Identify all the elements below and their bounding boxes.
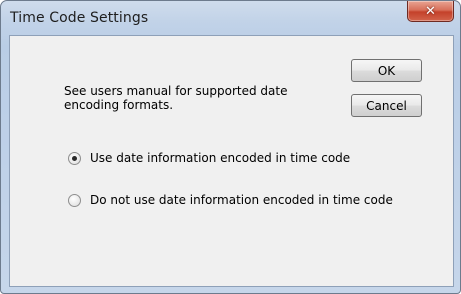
radio-label-use-date: Use date information encoded in time cod… [90, 151, 351, 165]
dialog-window: Time Code Settings ✕ See users manual fo… [0, 0, 461, 294]
title-bar[interactable]: Time Code Settings ✕ [1, 1, 460, 35]
radio-label-do-not-use-date: Do not use date information encoded in t… [90, 193, 393, 207]
radio-dot [72, 155, 77, 161]
description-text: See users manual for supported date enco… [64, 84, 288, 112]
radio-selected-icon[interactable] [68, 151, 81, 165]
close-button[interactable]: ✕ [407, 1, 454, 22]
radio-option-use-date[interactable]: Use date information encoded in time cod… [68, 150, 350, 166]
close-icon: ✕ [425, 3, 436, 19]
cancel-button[interactable]: Cancel [351, 94, 422, 117]
ok-button[interactable]: OK [351, 59, 422, 82]
radio-option-do-not-use-date[interactable]: Do not use date information encoded in t… [68, 192, 393, 208]
radio-unselected-icon[interactable] [68, 193, 81, 207]
window-title: Time Code Settings [10, 10, 149, 26]
dialog-content: See users manual for supported date enco… [9, 35, 454, 287]
